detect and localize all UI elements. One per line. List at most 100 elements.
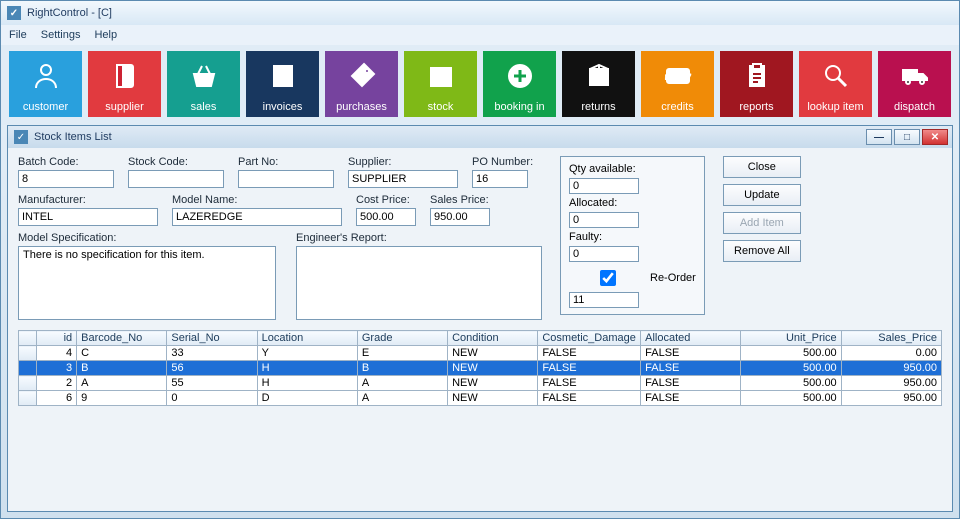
close-button[interactable]: Close <box>723 156 801 178</box>
maximize-button[interactable]: □ <box>894 129 920 145</box>
grid-cell[interactable]: 9 <box>77 391 167 406</box>
faulty-input[interactable] <box>569 246 639 262</box>
grid-rowheader[interactable] <box>19 376 37 391</box>
stock-grid-wrap[interactable]: idBarcode_NoSerial_NoLocationGradeCondit… <box>18 330 942 501</box>
grid-cell[interactable]: 500.00 <box>741 391 841 406</box>
grid-cell[interactable]: 500.00 <box>741 376 841 391</box>
grid-header[interactable]: Grade <box>357 331 447 346</box>
grid-header[interactable]: Location <box>257 331 357 346</box>
eng-report-textarea[interactable] <box>296 246 542 320</box>
grid-cell[interactable]: FALSE <box>538 361 641 376</box>
grid-cell[interactable]: A <box>357 391 447 406</box>
toolbar-purchases[interactable]: purchases <box>325 51 398 117</box>
table-row[interactable]: 690DANEWFALSEFALSE500.00950.00 <box>19 391 942 406</box>
grid-rowheader[interactable] <box>19 391 37 406</box>
grid-cell[interactable]: 56 <box>167 361 257 376</box>
allocated-input[interactable] <box>569 212 639 228</box>
grid-cell[interactable]: FALSE <box>641 361 741 376</box>
supplier-input[interactable] <box>348 170 458 188</box>
cost-price-input[interactable] <box>356 208 416 226</box>
grid-cell[interactable]: 950.00 <box>841 361 941 376</box>
grid-cell[interactable]: A <box>77 376 167 391</box>
grid-cell[interactable]: NEW <box>448 391 538 406</box>
table-row[interactable]: 2A55HANEWFALSEFALSE500.00950.00 <box>19 376 942 391</box>
grid-cell[interactable]: 55 <box>167 376 257 391</box>
grid-cell[interactable]: 4 <box>37 346 77 361</box>
menu-help[interactable]: Help <box>94 29 117 41</box>
grid-header[interactable]: Condition <box>448 331 538 346</box>
grid-header[interactable]: Sales_Price <box>841 331 941 346</box>
grid-header[interactable]: Cosmetic_Damage <box>538 331 641 346</box>
table-row[interactable]: 3B56HBNEWFALSEFALSE500.00950.00 <box>19 361 942 376</box>
toolbar-reports[interactable]: reports <box>720 51 793 117</box>
grid-cell[interactable]: FALSE <box>641 346 741 361</box>
menu-file[interactable]: File <box>9 29 27 41</box>
toolbar-returns[interactable]: returns <box>562 51 635 117</box>
grid-cell[interactable]: 2 <box>37 376 77 391</box>
toolbar-supplier[interactable]: supplier <box>88 51 161 117</box>
manufacturer-input[interactable] <box>18 208 158 226</box>
model-spec-textarea[interactable]: There is no specification for this item. <box>18 246 276 320</box>
part-no-input[interactable] <box>238 170 334 188</box>
toolbar-lookup-item[interactable]: lookup item <box>799 51 872 117</box>
grid-cell[interactable]: 3 <box>37 361 77 376</box>
grid-header[interactable]: Unit_Price <box>741 331 841 346</box>
toolbar-customer[interactable]: customer <box>9 51 82 117</box>
grid-header[interactable]: id <box>37 331 77 346</box>
toolbar-sales[interactable]: sales <box>167 51 240 117</box>
toolbar-label: supplier <box>105 101 144 113</box>
grid-cell[interactable]: 0 <box>167 391 257 406</box>
grid-cell[interactable]: 950.00 <box>841 391 941 406</box>
update-button[interactable]: Update <box>723 184 801 206</box>
grid-cell[interactable]: A <box>357 376 447 391</box>
grid-cell[interactable]: 500.00 <box>741 361 841 376</box>
toolbar-credits[interactable]: 1234 567credits <box>641 51 714 117</box>
grid-cell[interactable]: FALSE <box>641 391 741 406</box>
grid-cell[interactable]: FALSE <box>538 346 641 361</box>
grid-cell[interactable]: H <box>257 376 357 391</box>
add-item-button[interactable]: Add Item <box>723 212 801 234</box>
grid-rowheader[interactable] <box>19 361 37 376</box>
grid-cell[interactable]: B <box>357 361 447 376</box>
batch-code-input[interactable] <box>18 170 114 188</box>
po-number-input[interactable] <box>472 170 528 188</box>
grid-cell[interactable]: C <box>77 346 167 361</box>
reorder-input[interactable] <box>569 292 639 308</box>
grid-cell[interactable]: NEW <box>448 346 538 361</box>
part-no-label: Part No: <box>238 156 334 168</box>
grid-cell[interactable]: B <box>77 361 167 376</box>
grid-header[interactable]: Serial_No <box>167 331 257 346</box>
model-name-input[interactable] <box>172 208 342 226</box>
toolbar-booking-in[interactable]: booking in <box>483 51 556 117</box>
grid-header[interactable]: Allocated <box>641 331 741 346</box>
toolbar-dispatch[interactable]: dispatch <box>878 51 951 117</box>
stock-code-input[interactable] <box>128 170 224 188</box>
grid-rowheader[interactable] <box>19 346 37 361</box>
reorder-checkbox[interactable] <box>573 270 643 286</box>
grid-cell[interactable]: 33 <box>167 346 257 361</box>
qty-available-input[interactable] <box>569 178 639 194</box>
table-row[interactable]: 4C33YENEWFALSEFALSE500.000.00 <box>19 346 942 361</box>
grid-cell[interactable]: FALSE <box>538 391 641 406</box>
menu-settings[interactable]: Settings <box>41 29 81 41</box>
grid-cell[interactable]: D <box>257 391 357 406</box>
sales-price-input[interactable] <box>430 208 490 226</box>
grid-cell[interactable]: 6 <box>37 391 77 406</box>
grid-header[interactable]: Barcode_No <box>77 331 167 346</box>
toolbar-invoices[interactable]: invoices <box>246 51 319 117</box>
stock-grid[interactable]: idBarcode_NoSerial_NoLocationGradeCondit… <box>18 330 942 406</box>
grid-cell[interactable]: NEW <box>448 376 538 391</box>
grid-cell[interactable]: FALSE <box>641 376 741 391</box>
grid-cell[interactable]: NEW <box>448 361 538 376</box>
grid-cell[interactable]: 500.00 <box>741 346 841 361</box>
remove-all-button[interactable]: Remove All <box>723 240 801 262</box>
grid-cell[interactable]: H <box>257 361 357 376</box>
toolbar-stock[interactable]: stock <box>404 51 477 117</box>
grid-cell[interactable]: 950.00 <box>841 376 941 391</box>
grid-cell[interactable]: E <box>357 346 447 361</box>
grid-cell[interactable]: 0.00 <box>841 346 941 361</box>
minimize-button[interactable]: — <box>866 129 892 145</box>
close-window-button[interactable]: ✕ <box>922 129 948 145</box>
grid-cell[interactable]: Y <box>257 346 357 361</box>
grid-cell[interactable]: FALSE <box>538 376 641 391</box>
